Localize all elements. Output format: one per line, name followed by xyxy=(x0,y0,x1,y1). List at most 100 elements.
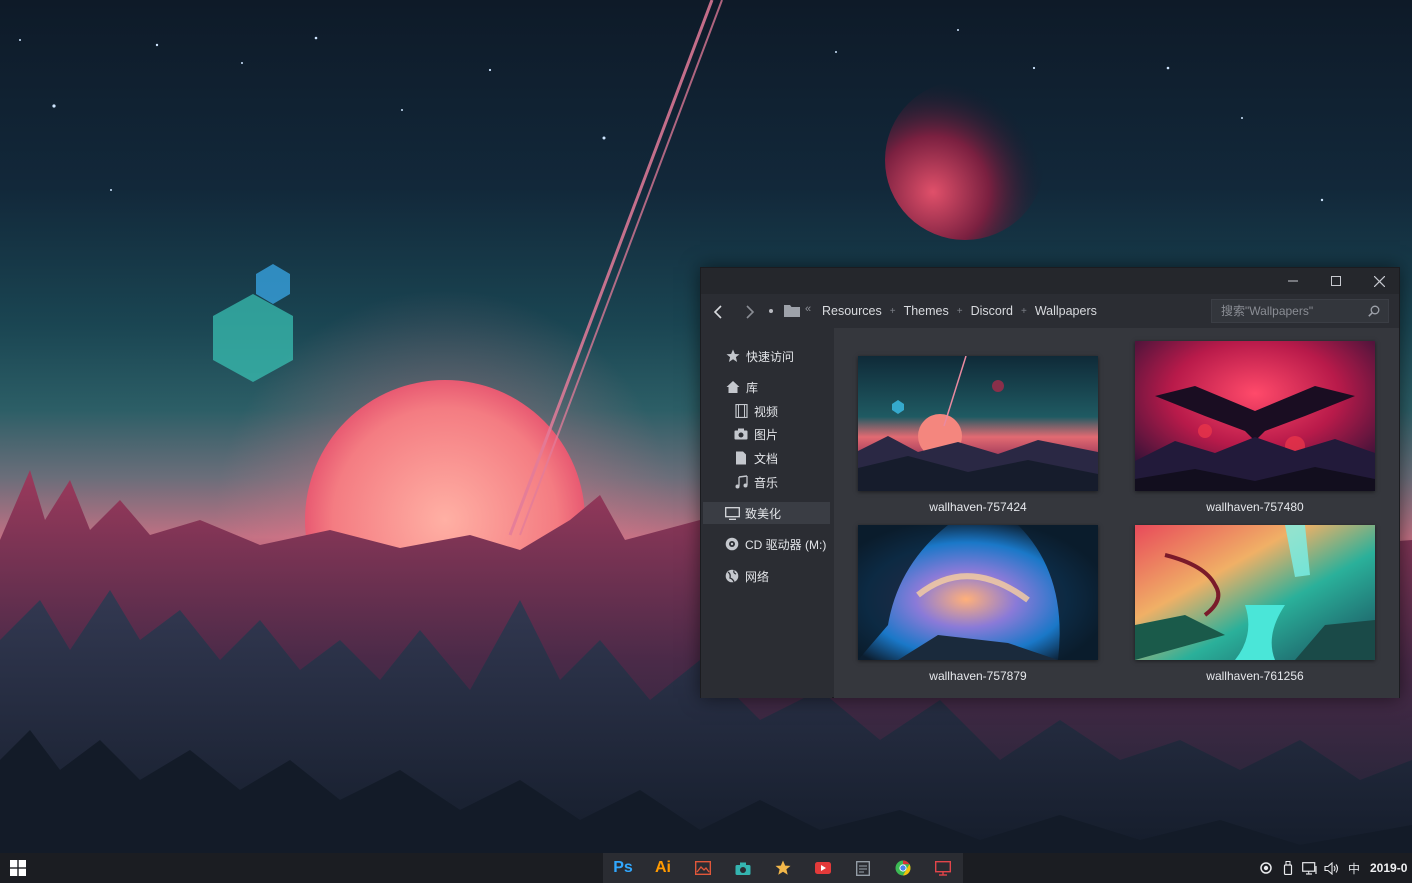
file-thumbnail xyxy=(1135,525,1375,660)
breadcrumb-overflow[interactable]: « xyxy=(805,303,811,315)
file-item[interactable]: wallhaven-761256 xyxy=(1135,525,1375,683)
breadcrumb-separator[interactable]: + xyxy=(957,306,963,317)
volume-icon xyxy=(1324,861,1339,875)
network-icon xyxy=(1302,861,1317,875)
tray-network-button[interactable] xyxy=(1300,853,1320,883)
search-input[interactable] xyxy=(1212,300,1362,322)
globe-icon xyxy=(724,568,740,584)
taskbar-app-photoshop[interactable]: Ps xyxy=(603,853,643,883)
sidebar-item-network[interactable]: 网络 xyxy=(703,565,830,587)
chrome-icon xyxy=(895,860,911,876)
navigation-bar: « Resources + Themes + Discord + Wallpap… xyxy=(701,294,1399,328)
taskbar-app-picture-viewer[interactable] xyxy=(683,853,723,883)
file-thumbnail xyxy=(858,525,1098,660)
monitor-icon xyxy=(724,505,740,521)
sidebar-item-label: 视频 xyxy=(754,404,779,419)
sidebar-item-quick-access[interactable]: 快速访问 xyxy=(703,345,830,367)
title-bar[interactable] xyxy=(701,268,1399,294)
home-icon xyxy=(725,379,741,395)
file-thumbnail xyxy=(1135,341,1375,491)
taskbar-apps: Ps Ai xyxy=(603,853,963,883)
video-player-icon xyxy=(815,862,831,874)
tray-record-button[interactable] xyxy=(1256,853,1276,883)
breadcrumb-separator[interactable]: + xyxy=(890,306,896,317)
search-icon[interactable] xyxy=(1368,305,1380,317)
close-button[interactable] xyxy=(1357,268,1401,294)
monitor-icon xyxy=(935,860,951,876)
star-icon xyxy=(775,860,791,875)
sidebar-item-videos[interactable]: 视频 xyxy=(703,400,830,422)
taskbar-app-video-player[interactable] xyxy=(803,853,843,883)
breadcrumb-resources[interactable]: Resources xyxy=(822,304,882,318)
file-name: wallhaven-757424 xyxy=(929,500,1027,514)
sidebar-item-cd-drive[interactable]: CD 驱动器 (M:) xyxy=(703,533,830,555)
start-button[interactable] xyxy=(0,853,36,883)
minimize-icon xyxy=(1288,280,1298,282)
sidebar-item-music[interactable]: 音乐 xyxy=(703,471,830,493)
system-tray: 中 2019-0 xyxy=(1256,853,1407,883)
camera-icon xyxy=(733,426,749,442)
input-method-indicator[interactable]: 中 xyxy=(1344,860,1364,877)
sidebar-item-pictures[interactable]: 图片 xyxy=(703,423,830,445)
chevron-right-icon xyxy=(746,305,755,319)
taskbar-app-remote-desktop[interactable] xyxy=(923,853,963,883)
usb-drive-icon xyxy=(1283,861,1293,875)
sidebar-item-label: 快速访问 xyxy=(746,349,795,364)
sidebar-item-label: 图片 xyxy=(754,427,779,442)
folder-icon xyxy=(784,305,800,317)
search-box[interactable] xyxy=(1211,299,1389,323)
file-explorer-window: « Resources + Themes + Discord + Wallpap… xyxy=(700,267,1400,698)
close-icon xyxy=(1373,275,1385,287)
illustrator-icon: Ai xyxy=(655,859,671,876)
taskbar-app-camera[interactable] xyxy=(723,853,763,883)
notepad-icon xyxy=(856,860,870,876)
taskbar-app-notepad[interactable] xyxy=(843,853,883,883)
recent-locations-dot[interactable] xyxy=(769,309,773,313)
sidebar-item-label: 网络 xyxy=(745,569,770,584)
sidebar-item-library[interactable]: 库 xyxy=(703,376,830,398)
star-icon xyxy=(725,348,741,364)
minimize-button[interactable] xyxy=(1271,268,1315,294)
file-item[interactable]: wallhaven-757879 xyxy=(858,525,1098,683)
photoshop-icon: Ps xyxy=(613,859,633,876)
document-icon xyxy=(733,450,749,466)
music-note-icon xyxy=(733,474,749,490)
camera-icon xyxy=(735,862,751,875)
file-name: wallhaven-761256 xyxy=(1206,669,1304,683)
sidebar-item-label: 音乐 xyxy=(754,475,779,490)
breadcrumb: Resources + Themes + Discord + Wallpaper… xyxy=(822,302,1097,320)
taskbar-app-chrome[interactable] xyxy=(883,853,923,883)
taskbar: Ps Ai 中 2019-0 xyxy=(0,853,1412,883)
breadcrumb-wallpapers[interactable]: Wallpapers xyxy=(1035,304,1097,318)
sidebar-item-label: CD 驱动器 (M:) xyxy=(745,537,827,552)
breadcrumb-discord[interactable]: Discord xyxy=(971,304,1013,318)
clock[interactable]: 2019-0 xyxy=(1370,861,1407,875)
disc-icon xyxy=(724,536,740,552)
maximize-button[interactable] xyxy=(1314,268,1358,294)
file-item[interactable]: wallhaven-757424 xyxy=(858,356,1098,514)
sidebar-item-label: 致美化 xyxy=(745,506,782,521)
sidebar-item-label: 库 xyxy=(746,380,759,395)
forward-button[interactable] xyxy=(739,301,761,323)
chevron-left-icon xyxy=(713,305,722,319)
file-item[interactable]: wallhaven-757480 xyxy=(1135,341,1375,514)
film-icon xyxy=(733,403,749,419)
picture-viewer-icon xyxy=(695,861,711,875)
tray-usb-button[interactable] xyxy=(1278,853,1298,883)
record-circle-icon xyxy=(1260,862,1272,874)
breadcrumb-themes[interactable]: Themes xyxy=(904,304,949,318)
breadcrumb-separator[interactable]: + xyxy=(1021,306,1027,317)
back-button[interactable] xyxy=(707,301,729,323)
taskbar-app-illustrator[interactable]: Ai xyxy=(643,853,683,883)
windows-logo-icon xyxy=(10,860,26,876)
navigation-pane: 快速访问 库 视频 图片 文档 音乐 致美化 CD 驱动器 (M:) 网络 xyxy=(701,328,832,698)
file-name: wallhaven-757879 xyxy=(929,669,1027,683)
file-thumbnail xyxy=(858,356,1098,491)
tray-volume-button[interactable] xyxy=(1322,853,1342,883)
file-list: wallhaven-757424 wallhaven-757480 wallha… xyxy=(834,328,1399,698)
sidebar-item-this-pc[interactable]: 致美化 xyxy=(703,502,830,524)
maximize-icon xyxy=(1331,276,1341,286)
file-name: wallhaven-757480 xyxy=(1206,500,1304,514)
taskbar-app-favorites[interactable] xyxy=(763,853,803,883)
sidebar-item-documents[interactable]: 文档 xyxy=(703,447,830,469)
